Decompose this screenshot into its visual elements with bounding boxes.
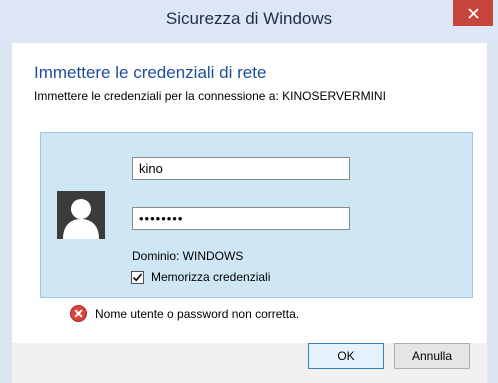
dialog-content: Immettere le credenziali di rete Immette… <box>12 43 487 343</box>
dialog-subheading: Immettere le credenziali per la connessi… <box>34 89 386 103</box>
dialog-heading: Immettere le credenziali di rete <box>34 63 267 82</box>
error-icon <box>70 305 87 322</box>
security-dialog: Sicurezza di Windows Immettere le creden… <box>0 0 498 383</box>
button-bar: OK Annulla <box>12 343 487 383</box>
user-avatar-icon <box>57 191 105 239</box>
title-bar: Sicurezza di Windows <box>0 0 498 43</box>
remember-credentials-label: Memorizza credenziali <box>151 270 271 284</box>
error-text: Nome utente o password non corretta. <box>95 306 300 321</box>
checkbox-checked-icon[interactable] <box>131 270 144 284</box>
window-title: Sicurezza di Windows <box>165 9 333 28</box>
cancel-button[interactable]: Annulla <box>394 343 470 369</box>
password-field[interactable]: •••••••• <box>132 207 350 230</box>
username-field[interactable] <box>132 157 350 180</box>
close-icon <box>467 7 479 19</box>
error-message: Nome utente o password non corretta. <box>70 305 299 322</box>
remember-credentials-checkbox[interactable]: Memorizza credenziali <box>131 270 270 284</box>
credential-tile: •••••••• Dominio: WINDOWS Memorizza cred… <box>40 132 473 298</box>
ok-button[interactable]: OK <box>308 343 384 369</box>
close-button[interactable] <box>453 0 493 26</box>
domain-label: Dominio: WINDOWS <box>132 249 244 263</box>
